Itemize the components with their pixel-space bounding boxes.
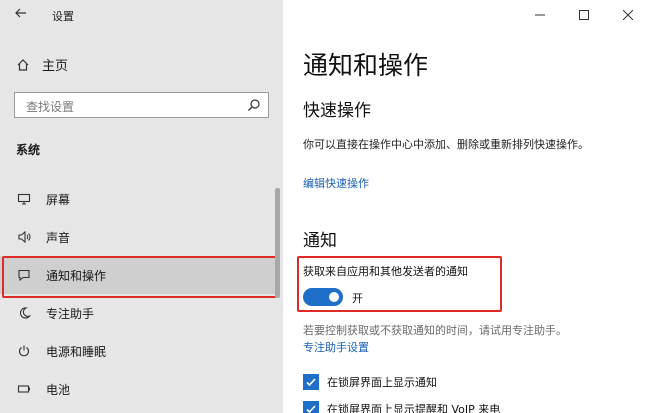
lock-screen-reminders-checkbox[interactable]: 在锁屏界面上显示提醒和 VoIP 来电 [303, 401, 500, 413]
main-content: 通知和操作 快速操作 你可以直接在操作中心中添加、删除或重新排列快速操作。 编辑… [283, 0, 650, 413]
sidebar-item-label: 声音 [46, 230, 71, 245]
home-nav-item[interactable]: 主页 [16, 55, 68, 74]
search-placeholder: 查找设置 [26, 100, 75, 114]
search-input[interactable]: 查找设置 [14, 92, 269, 118]
sidebar-item-label: 电池 [46, 382, 71, 397]
sidebar-item-label: 通知和操作 [46, 268, 107, 283]
sidebar-item-focus-assist[interactable]: 专注助手 [0, 294, 275, 332]
notifications-heading: 通知 [303, 231, 337, 251]
lock-screen-notifications-checkbox[interactable]: 在锁屏界面上显示通知 [303, 374, 437, 390]
power-icon [16, 343, 32, 359]
notification-icon [16, 267, 32, 283]
close-button[interactable] [606, 0, 650, 30]
back-button[interactable] [14, 6, 28, 24]
app-title: 设置 [52, 10, 74, 23]
minimize-icon [535, 14, 545, 16]
battery-icon [16, 381, 32, 397]
toggle-knob [329, 292, 339, 302]
notifications-toggle[interactable] [303, 288, 343, 306]
moon-icon [16, 305, 32, 321]
maximize-button[interactable] [562, 0, 606, 30]
quick-actions-heading: 快速操作 [303, 101, 371, 121]
home-icon [17, 58, 29, 71]
sidebar-nav: 屏幕 声音 通知和操作 专注助手 电源和睡眠 电池 [0, 180, 283, 408]
checkbox-checked[interactable] [303, 374, 319, 390]
page-title: 通知和操作 [303, 51, 429, 80]
speaker-icon [16, 229, 32, 245]
sidebar-scrollbar[interactable] [275, 188, 280, 298]
sidebar-item-power-sleep[interactable]: 电源和睡眠 [0, 332, 275, 370]
edit-quick-actions-link[interactable]: 编辑快速操作 [303, 175, 369, 191]
sidebar: 设置 主页 查找设置 系统 屏幕 声音 通知和操作 专注助手 电源和睡眠 电池 [0, 0, 283, 413]
checkmark-icon [306, 378, 316, 387]
sidebar-item-notifications[interactable]: 通知和操作 [0, 256, 277, 298]
monitor-icon [16, 191, 32, 207]
checkbox-label: 在锁屏界面上显示提醒和 VoIP 来电 [327, 403, 501, 413]
checkbox-label: 在锁屏界面上显示通知 [327, 376, 437, 389]
checkbox-checked[interactable] [303, 401, 319, 413]
notification-toggle-label: 获取来自应用和其他发送者的通知 [303, 265, 468, 278]
focus-assist-settings-link[interactable]: 专注助手设置 [303, 339, 369, 355]
sidebar-item-label: 屏幕 [46, 192, 71, 207]
minimize-button[interactable] [518, 0, 562, 30]
arrow-left-icon [15, 8, 26, 18]
maximize-icon [579, 10, 589, 20]
search-icon [248, 99, 260, 111]
home-label: 主页 [42, 59, 69, 74]
focus-assist-hint: 若要控制获取或不获取通知的时间，请试用专注助手。 [303, 324, 567, 337]
toggle-state-label: 开 [352, 292, 363, 305]
checkmark-icon [306, 405, 316, 413]
window-controls [518, 0, 650, 30]
sidebar-item-display[interactable]: 屏幕 [0, 180, 275, 218]
sidebar-item-battery[interactable]: 电池 [0, 370, 275, 408]
sidebar-item-label: 专注助手 [46, 306, 95, 321]
sidebar-item-label: 电源和睡眠 [46, 344, 107, 359]
quick-actions-description: 你可以直接在操作中心中添加、删除或重新排列快速操作。 [303, 138, 589, 151]
section-title: 系统 [16, 143, 41, 157]
close-icon [623, 10, 633, 20]
sidebar-titlebar: 设置 [0, 0, 283, 30]
sidebar-item-sound[interactable]: 声音 [0, 218, 275, 256]
